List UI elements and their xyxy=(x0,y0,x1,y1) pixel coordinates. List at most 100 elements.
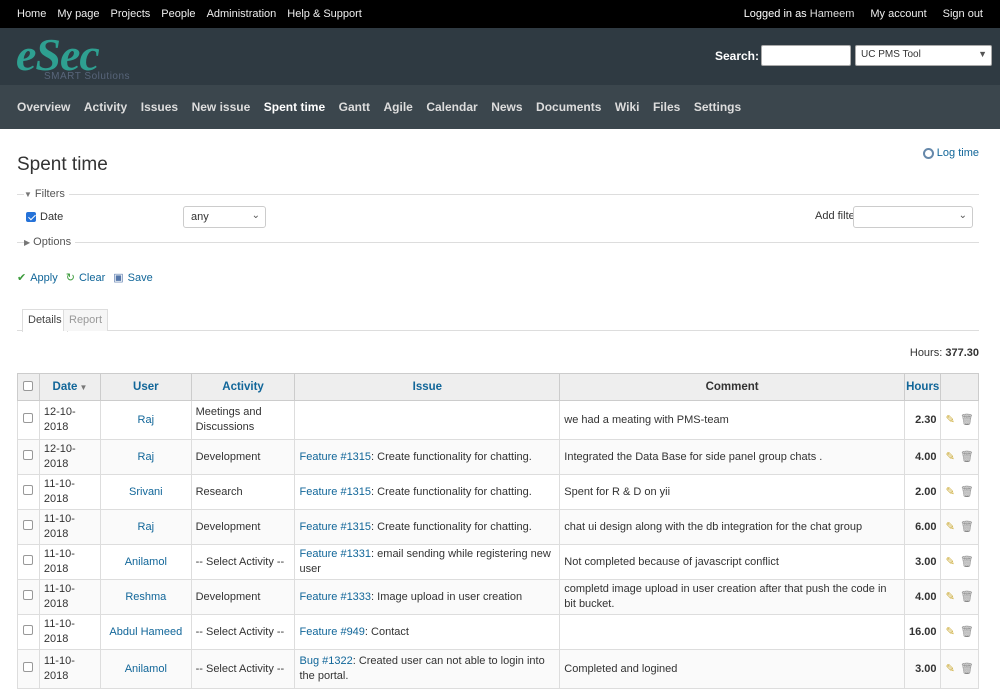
hours-column-header[interactable]: Hours xyxy=(903,373,942,401)
edit-pencil-icon[interactable]: ✎ xyxy=(946,663,955,675)
tab-overview[interactable]: Overview xyxy=(17,100,70,114)
delete-trash-icon[interactable]: 🗑 xyxy=(960,486,974,498)
top-link-projects[interactable]: Projects xyxy=(111,8,151,20)
user-link[interactable]: Anilamol xyxy=(125,556,167,568)
delete-trash-icon[interactable]: 🗑 xyxy=(960,556,974,568)
top-link-my-page[interactable]: My page xyxy=(57,8,99,20)
options-legend[interactable]: ▶ Options xyxy=(24,236,76,248)
my-account-link[interactable]: My account xyxy=(870,8,926,20)
hours-cell: 6.00 xyxy=(903,509,942,545)
edit-pencil-icon[interactable]: ✎ xyxy=(946,521,955,533)
edit-pencil-icon[interactable]: ✎ xyxy=(946,414,955,426)
tab-report[interactable]: Report xyxy=(63,309,109,331)
tab-agile[interactable]: Agile xyxy=(383,100,412,114)
table-row: 11-10-2018 Raj Development Feature #1315… xyxy=(17,509,979,545)
add-filter-select[interactable]: ⌄ xyxy=(853,206,973,228)
top-menu-left: Home My page Projects People Administrat… xyxy=(17,8,373,20)
logged-in-user[interactable]: Hameem xyxy=(810,8,855,20)
row-select-cell xyxy=(17,579,40,615)
edit-pencil-icon[interactable]: ✎ xyxy=(946,451,955,463)
issue-link[interactable]: Feature #1315 xyxy=(299,451,371,463)
row-checkbox[interactable] xyxy=(23,589,34,600)
delete-trash-icon[interactable]: 🗑 xyxy=(960,626,974,638)
triangle-right-icon: ▶ xyxy=(24,238,31,247)
sign-out-link[interactable]: Sign out xyxy=(943,8,983,20)
select-all-checkbox[interactable] xyxy=(23,380,34,391)
issue-link[interactable]: Bug #1322 xyxy=(299,655,352,667)
comment-cell: completd image upload in user creation a… xyxy=(559,579,905,615)
user-link[interactable]: Raj xyxy=(138,451,155,463)
date-cell: 11-10-2018 xyxy=(38,649,102,689)
issue-link[interactable]: Feature #1331 xyxy=(299,548,371,560)
row-checkbox[interactable] xyxy=(23,484,34,495)
date-operator-select[interactable]: any ⌄ xyxy=(183,206,266,228)
filters-divider xyxy=(17,194,979,195)
tab-spent-time[interactable]: Spent time xyxy=(264,100,325,114)
tab-activity[interactable]: Activity xyxy=(84,100,127,114)
delete-trash-icon[interactable]: 🗑 xyxy=(960,451,974,463)
user-link[interactable]: Abdul Hameed xyxy=(109,626,182,638)
top-link-help[interactable]: Help & Support xyxy=(287,8,362,20)
total-hours-value: 377.30 xyxy=(945,347,979,359)
date-filter-checkbox[interactable] xyxy=(26,212,36,222)
search-area: Search: UC PMS Tool ▼ xyxy=(715,45,992,66)
user-cell: Raj xyxy=(100,509,192,545)
tab-files[interactable]: Files xyxy=(653,100,680,114)
log-time-link[interactable]: Log time xyxy=(922,147,979,159)
edit-pencil-icon[interactable]: ✎ xyxy=(946,486,955,498)
issue-link[interactable]: Feature #949 xyxy=(299,626,364,638)
edit-pencil-icon[interactable]: ✎ xyxy=(946,626,955,638)
date-column-header[interactable]: Date ▼ xyxy=(38,373,102,401)
tab-news[interactable]: News xyxy=(491,100,522,114)
user-link[interactable]: Raj xyxy=(138,521,155,533)
actions-cell: ✎ 🗑 xyxy=(940,614,979,650)
row-checkbox[interactable] xyxy=(23,624,34,635)
tab-new-issue[interactable]: New issue xyxy=(192,100,251,114)
filters-legend[interactable]: ▼ Filters xyxy=(24,188,69,200)
row-checkbox[interactable] xyxy=(23,412,34,423)
tab-gantt[interactable]: Gantt xyxy=(339,100,370,114)
delete-trash-icon[interactable]: 🗑 xyxy=(960,663,974,675)
search-input[interactable] xyxy=(761,45,851,66)
activity-column-header[interactable]: Activity xyxy=(190,373,296,401)
tab-issues[interactable]: Issues xyxy=(141,100,178,114)
log-time-label[interactable]: Log time xyxy=(937,147,979,159)
tab-documents[interactable]: Documents xyxy=(536,100,601,114)
project-jump-select[interactable]: UC PMS Tool ▼ xyxy=(855,45,992,66)
query-buttons: ✔ Apply ↻ Clear ▣ Save xyxy=(17,271,161,285)
top-link-people[interactable]: People xyxy=(161,8,195,20)
table-header-row: Date ▼ User Activity Issue Comment Hours xyxy=(17,373,979,401)
user-link[interactable]: Raj xyxy=(138,414,155,426)
tab-wiki[interactable]: Wiki xyxy=(615,100,640,114)
edit-pencil-icon[interactable]: ✎ xyxy=(946,556,955,568)
issue-link[interactable]: Feature #1315 xyxy=(299,486,371,498)
tab-settings[interactable]: Settings xyxy=(694,100,741,114)
row-checkbox[interactable] xyxy=(23,449,34,460)
clear-button[interactable]: ↻ Clear xyxy=(66,271,106,285)
user-link[interactable]: Anilamol xyxy=(125,663,167,675)
activity-cell: Meetings and Discussions xyxy=(190,400,296,440)
user-column-header[interactable]: User xyxy=(100,373,192,401)
issue-link[interactable]: Feature #1315 xyxy=(299,521,371,533)
user-link[interactable]: Reshma xyxy=(125,591,166,603)
apply-button[interactable]: ✔ Apply xyxy=(17,271,58,285)
row-checkbox[interactable] xyxy=(23,661,34,672)
top-link-home[interactable]: Home xyxy=(17,8,46,20)
edit-pencil-icon[interactable]: ✎ xyxy=(946,591,955,603)
tab-calendar[interactable]: Calendar xyxy=(426,100,477,114)
top-link-administration[interactable]: Administration xyxy=(207,8,277,20)
issue-link[interactable]: Feature #1333 xyxy=(299,591,371,603)
row-checkbox[interactable] xyxy=(23,519,34,530)
save-button[interactable]: ▣ Save xyxy=(113,271,152,285)
actions-cell: ✎ 🗑 xyxy=(940,649,979,689)
page-title: Spent time xyxy=(17,154,108,175)
date-cell: 12-10-2018 xyxy=(38,400,102,440)
issue-column-header[interactable]: Issue xyxy=(294,373,561,401)
delete-trash-icon[interactable]: 🗑 xyxy=(960,414,974,426)
select-all-header xyxy=(17,373,40,401)
row-checkbox[interactable] xyxy=(23,554,34,565)
tab-details[interactable]: Details xyxy=(22,309,68,332)
delete-trash-icon[interactable]: 🗑 xyxy=(960,521,974,533)
delete-trash-icon[interactable]: 🗑 xyxy=(960,591,974,603)
user-link[interactable]: Srivani xyxy=(129,486,163,498)
